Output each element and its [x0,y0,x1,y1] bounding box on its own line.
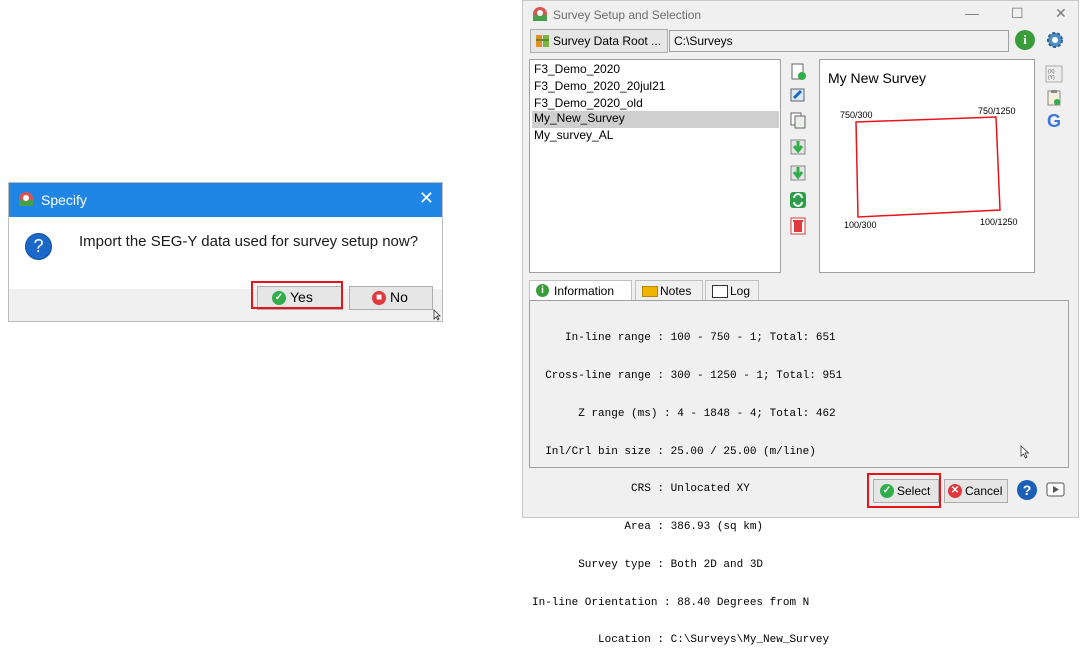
survey-list-item[interactable]: My_survey_AL [532,128,779,145]
survey-preview: My New Survey 750/300 750/1250 100/300 1… [819,59,1035,273]
specify-titlebar: Specify ✕ [9,183,442,217]
survey-list: F3_Demo_2020 F3_Demo_2020_20jul21 F3_Dem… [529,59,781,273]
tab-notes-label: Notes [660,284,692,298]
video-icon[interactable] [1046,481,1066,499]
tab-notes[interactable]: Notes [635,280,703,301]
specify-dialog: Specify ✕ ? Import the SEG-Y data used f… [8,182,443,322]
info-line: Cross-line range : 300 - 1250 - 1; Total… [532,369,843,382]
cancel-label: Cancel [965,484,1003,498]
info-line: In-line range : 100 - 750 - 1; Total: 65… [532,332,836,345]
info-line: In-line Orientation : 88.40 Degrees from… [532,596,810,609]
survey-list-item[interactable]: F3_Demo_2020_20jul21 [532,79,779,96]
app-logo-icon [533,7,547,21]
specify-title: Specify [41,192,87,208]
new-survey-icon[interactable] [789,63,807,81]
cancel-button[interactable]: ✕ Cancel [944,479,1008,503]
delete-icon[interactable] [789,217,807,235]
tab-information[interactable]: i Information [529,280,632,301]
yes-highlight-box [251,281,343,309]
info-icon: i [536,284,549,297]
minimize-icon[interactable]: — [965,5,979,21]
export-survey-icon[interactable] [789,164,807,182]
survey-window: Survey Setup and Selection — ☐ ✕ Survey … [522,0,1079,646]
clipboard-icon[interactable] [1045,89,1063,107]
copy-survey-icon[interactable] [789,111,807,129]
cursor-icon [1020,445,1030,459]
tab-log-label: Log [730,284,751,298]
refresh-icon[interactable] [789,191,807,209]
info-line: Area : 386.93 (sq km) [532,521,764,534]
import-survey-icon[interactable] [789,138,807,156]
specify-message: Import the SEG-Y data used for survey se… [79,233,419,250]
tab-log[interactable]: Log [705,280,759,301]
info-icon[interactable]: i [1015,30,1035,50]
svg-text:(Y): (Y) [1048,75,1055,81]
info-line: Z range (ms) : 4 - 1848 - 4; Total: 462 [532,407,836,420]
database-icon [536,35,549,47]
root-path-field[interactable]: C:\Surveys [669,30,1009,52]
no-button[interactable]: ■ No [349,286,433,310]
survey-data-root-label: Survey Data Root ... [553,34,662,48]
info-line: CRS : Unlocated XY [532,483,750,496]
info-line: Location : C:\Surveys\My_New_Survey [532,634,830,647]
coordinates-icon[interactable]: (X)(Y) [1045,65,1063,83]
info-line: Inl/Crl bin size : 25.00 / 25.00 (m/line… [532,445,816,458]
edit-survey-icon[interactable] [789,86,807,104]
survey-window-title: Survey Setup and Selection [553,8,702,22]
root-path-value: C:\Surveys [674,34,733,48]
app-logo-icon [19,192,33,206]
survey-list-item[interactable]: F3_Demo_2020 [532,62,779,79]
log-icon [712,285,728,298]
cursor-icon [433,309,441,321]
maximize-icon[interactable]: ☐ [1011,5,1024,22]
tab-information-label: Information [554,284,615,298]
select-highlight-box [867,473,941,508]
close-icon[interactable]: ✕ [1055,5,1067,22]
specify-body: ? Import the SEG-Y data used for survey … [9,217,442,289]
help-icon[interactable]: ? [1017,480,1037,500]
survey-list-item-selected[interactable]: My_New_Survey [532,111,779,128]
info-line: Survey type : Both 2D and 3D [532,558,764,571]
gear-icon[interactable] [1045,30,1065,50]
close-icon[interactable]: ✕ [419,188,434,209]
stop-icon: ■ [372,291,386,305]
information-panel: In-line range : 100 - 750 - 1; Total: 65… [529,300,1069,646]
google-maps-icon[interactable]: G [1044,111,1064,131]
no-label: No [390,289,408,305]
notes-icon [642,286,658,297]
survey-data-root-button[interactable]: Survey Data Root ... [530,29,668,53]
survey-outline [855,116,1001,218]
information-text: In-line range : 100 - 750 - 1; Total: 65… [532,307,842,672]
cancel-icon: ✕ [948,484,962,498]
question-icon: ? [25,233,52,260]
